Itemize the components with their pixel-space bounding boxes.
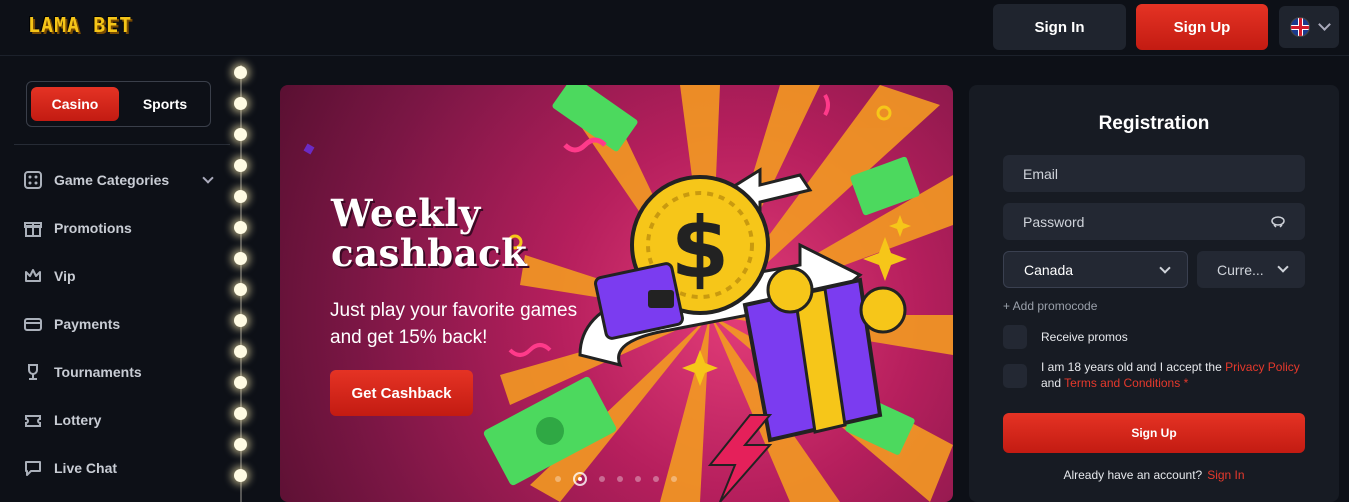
carousel-dot[interactable] [653, 476, 659, 482]
add-promocode-link[interactable]: + Add promocode [1003, 299, 1097, 313]
top-bar: LAMA BET Sign In Sign Up [0, 0, 1349, 56]
sidebar-item-tournaments[interactable]: Tournaments [22, 358, 218, 386]
sidebar-item-label: Game Categories [54, 172, 170, 188]
sidebar: Casino Sports Game Categories Promotions… [0, 57, 230, 502]
sign-in-link[interactable]: Sign In [1207, 468, 1244, 482]
chevron-down-icon [1159, 262, 1171, 274]
email-input[interactable] [1023, 165, 1305, 182]
banner-illustration: $ [303, 85, 953, 502]
light-bulb [234, 283, 247, 296]
privacy-policy-link[interactable]: Privacy Policy [1225, 360, 1300, 374]
casino-tab[interactable]: Casino [31, 87, 119, 121]
sidebar-item-payments[interactable]: Payments [22, 310, 218, 338]
terms-prefix: I am 18 years old and I accept the [1041, 360, 1222, 374]
sidebar-divider [14, 144, 230, 145]
light-bulb [234, 469, 247, 482]
banner-text: Just play your favorite games and get 15… [330, 300, 578, 348]
country-select[interactable]: Canada [1003, 251, 1188, 288]
promo-banner[interactable]: $ Weekly cashback Just play your favorite… [280, 85, 953, 502]
light-bulb [234, 438, 247, 451]
light-bulb [234, 159, 247, 172]
chevron-down-icon[interactable] [202, 172, 214, 184]
sidebar-item-game-categories[interactable]: Game Categories [22, 166, 218, 194]
sidebar-item-label: Tournaments [54, 364, 142, 380]
sign-in-button[interactable]: Sign In [993, 4, 1126, 50]
currency-placeholder: Curre... [1217, 261, 1264, 278]
banner-title-line2: cashback [331, 231, 528, 275]
light-bulb [234, 128, 247, 141]
dice-icon [22, 169, 44, 191]
carousel-dot[interactable] [671, 476, 677, 482]
sign-up-button[interactable]: Sign Up [1136, 4, 1268, 50]
terms-conditions-link[interactable]: Terms and Conditions [1064, 376, 1180, 390]
email-field[interactable] [1003, 155, 1305, 192]
sidebar-item-label: Live Chat [54, 460, 118, 476]
terms-and: and [1041, 376, 1062, 390]
casino-sports-toggle: Casino Sports [26, 81, 211, 127]
carousel-dot[interactable] [555, 476, 561, 482]
sidebar-item-label: Lottery [54, 412, 102, 428]
password-field[interactable] [1003, 203, 1305, 240]
light-bulb [234, 252, 247, 265]
sidebar-item-label: Vip [54, 268, 76, 284]
banner-title: Weekly cashback [331, 193, 527, 273]
light-bulb [234, 66, 247, 79]
eye-icon[interactable] [1271, 214, 1285, 228]
light-bulb [234, 376, 247, 389]
card-icon [22, 313, 44, 335]
sidebar-item-label: Promotions [54, 220, 132, 236]
light-bulb [234, 190, 247, 203]
chevron-down-icon [1277, 261, 1289, 273]
terms-checkbox[interactable] [1003, 364, 1027, 388]
lamabet-logo[interactable]: LAMA BET [28, 13, 132, 37]
chat-icon [22, 457, 44, 479]
language-selector[interactable] [1279, 6, 1339, 48]
carousel-dot[interactable] [599, 476, 605, 482]
light-bulb [234, 407, 247, 420]
sidebar-item-label: Payments [54, 316, 121, 332]
carousel-dot-active[interactable] [573, 472, 587, 486]
receive-promos-checkbox[interactable] [1003, 325, 1027, 349]
sports-tab[interactable]: Sports [123, 87, 207, 121]
ticket-icon [22, 409, 44, 431]
required-mark: * [1183, 376, 1189, 390]
crown-icon [22, 265, 44, 287]
password-input[interactable] [1023, 213, 1305, 230]
light-bulb [234, 345, 247, 358]
light-bulb [234, 97, 247, 110]
trophy-icon [22, 361, 44, 383]
banner-title-line1: Weekly [331, 191, 481, 235]
carousel-dot[interactable] [635, 476, 641, 482]
carousel-dot[interactable] [617, 476, 623, 482]
have-account-label: Already have an account? [1063, 468, 1203, 482]
uk-flag-icon [1289, 17, 1310, 37]
currency-select[interactable]: Curre... [1197, 251, 1305, 288]
register-submit-button[interactable]: Sign Up [1003, 413, 1305, 453]
light-bulb [234, 221, 247, 234]
receive-promos-label: Receive promos [1041, 330, 1128, 344]
svg-text:$: $ [671, 199, 729, 297]
registration-title: Registration [1098, 113, 1210, 134]
light-bulb [234, 314, 247, 327]
have-account-text: Already have an account? Sign In [969, 468, 1339, 482]
chevron-down-icon [1317, 18, 1331, 31]
carousel-dots [555, 472, 677, 486]
get-cashback-button[interactable]: Get Cashback [330, 370, 473, 416]
sidebar-item-promotions[interactable]: Promotions [22, 214, 218, 242]
terms-label: I am 18 years old and I accept the Priva… [1041, 359, 1311, 391]
gift-icon [22, 217, 44, 239]
sidebar-item-lottery[interactable]: Lottery [22, 406, 218, 434]
sidebar-item-vip[interactable]: Vip [22, 262, 218, 290]
country-value: Canada [1024, 261, 1074, 278]
sidebar-item-live-chat[interactable]: Live Chat [22, 454, 218, 482]
